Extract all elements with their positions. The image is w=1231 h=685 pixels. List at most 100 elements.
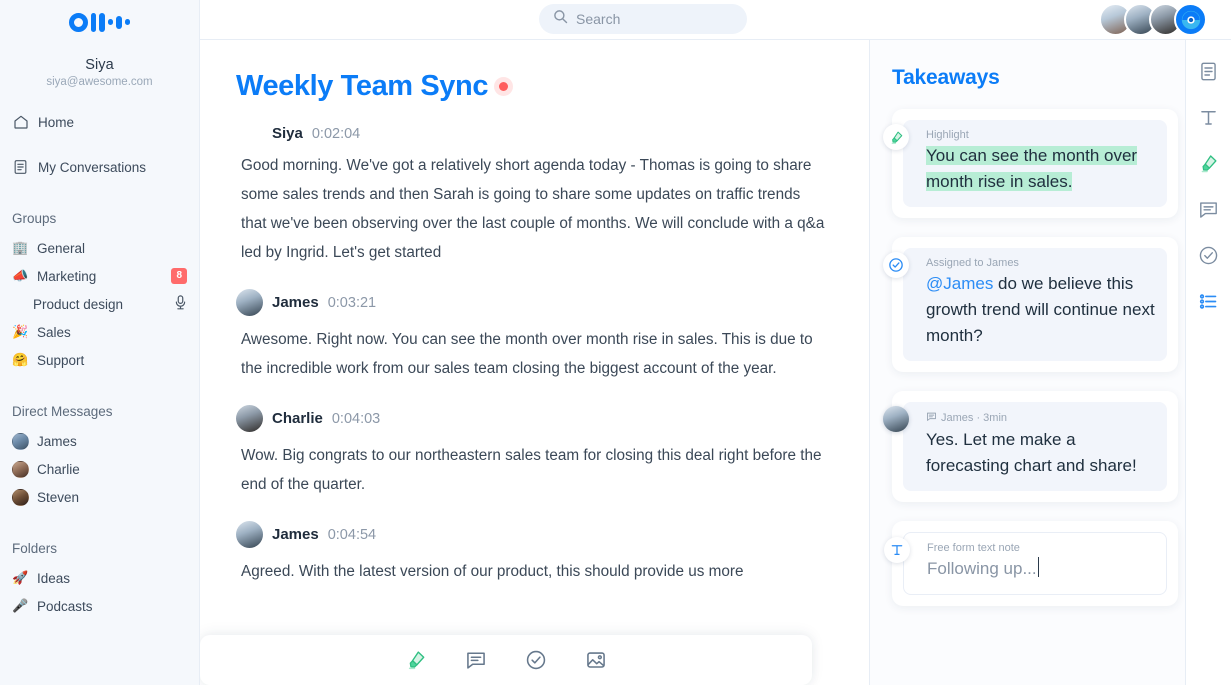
sidebar-item-home[interactable]: Home (0, 108, 199, 136)
sidebar-item-my-conversations[interactable]: My Conversations (0, 153, 199, 181)
highlighted-line-1: You can see the month over (926, 146, 1138, 165)
text-cursor (1037, 557, 1040, 577)
takeaways-panel-icon[interactable] (1196, 288, 1222, 314)
app-root: Siya siya@awesome.com Home My Conversati… (0, 0, 1231, 685)
transcript-panel-icon[interactable] (1196, 58, 1222, 84)
sidebar-item-dm-james[interactable]: James (0, 427, 199, 455)
sidebar-item-support[interactable]: 🤗 Support (0, 346, 199, 374)
takeaway-body: James · 3min Yes. Let me make a forecast… (883, 402, 1167, 491)
sidebar-item-podcasts[interactable]: 🎤 Podcasts (0, 592, 199, 620)
message-text[interactable]: Wow. Big congrats to our northeastern sa… (236, 441, 826, 499)
comment-line-1: Yes. Let me make a (926, 430, 1076, 449)
comment-tool-button[interactable] (463, 647, 489, 673)
unread-badge: 8 (171, 268, 187, 284)
conversations-icon (12, 159, 29, 176)
content-area: Weekly Team Sync Siya 0:02:04 Good morni… (200, 40, 1231, 685)
sidebar-item-label: Marketing (37, 268, 97, 284)
comment-line-2: forecasting chart and share! (926, 456, 1137, 475)
sidebar-item-label: Steven (37, 489, 80, 505)
sidebar-item-dm-charlie[interactable]: Charlie (0, 455, 199, 483)
party-popper-icon: 🎉 (12, 324, 29, 340)
sidebar-item-label: Product design (33, 296, 124, 312)
note-value: Following up... (927, 559, 1037, 578)
transcript-panel: Weekly Team Sync Siya 0:02:04 Good morni… (200, 40, 869, 685)
highlight-tool-button[interactable] (403, 647, 429, 673)
comment-icon (926, 411, 937, 425)
comment-panel-icon[interactable] (1196, 196, 1222, 222)
megaphone-icon: 📣 (12, 268, 29, 284)
sidebar-item-label: Home (38, 114, 75, 130)
user-name: Siya (85, 57, 114, 73)
note-input[interactable]: Following up... (915, 556, 1155, 582)
page-title[interactable]: Weekly Team Sync (236, 70, 829, 103)
mention-james[interactable]: @James (926, 274, 993, 293)
speaker-name[interactable]: Siya (272, 125, 303, 142)
takeaway-meta-label: Assigned to James (926, 257, 1019, 269)
highlighter-icon (408, 651, 425, 670)
avatar (236, 289, 263, 316)
image-tool-button[interactable] (583, 647, 609, 673)
takeaway-card-action-item[interactable]: Assigned to James @James do we believe t… (883, 237, 1178, 372)
section-title-folders: Folders (12, 541, 58, 556)
action-item-panel-icon[interactable] (1196, 242, 1222, 268)
text-note-panel-icon[interactable] (1196, 104, 1222, 130)
sidebar-item-marketing[interactable]: 📣 Marketing 8 (0, 262, 199, 290)
logo-wrap[interactable] (0, 0, 199, 40)
main-column: Search Weekly Team Sync Siya 0:02:04 Goo… (200, 0, 1231, 685)
rocket-icon: 🚀 (12, 570, 29, 586)
takeaway-card-text-note[interactable]: Free form text note Following up... (884, 521, 1178, 606)
takeaway-meta-label: Free form text note (927, 542, 1020, 554)
highlighted-line-2: month rise in sales. (926, 172, 1073, 191)
top-bar: Search (200, 0, 1231, 40)
user-email: siya@awesome.com (46, 76, 153, 88)
message-text[interactable]: Good morning. We've got a relatively sho… (236, 151, 826, 267)
timestamp[interactable]: 0:03:21 (328, 295, 376, 311)
speaker-name[interactable]: James (272, 294, 319, 311)
takeaway-meta: Highlight (914, 129, 1156, 141)
takeaway-meta-label: James · 3min (941, 412, 1008, 424)
sidebar-item-dm-steven[interactable]: Steven (0, 483, 199, 511)
sidebar-item-label: Sales (37, 324, 71, 340)
microphone-icon[interactable] (174, 295, 187, 313)
primary-nav: Home My Conversations (0, 108, 199, 181)
sidebar-item-label: Charlie (37, 461, 80, 477)
takeaway-body: Free form text note Following up... (884, 532, 1167, 595)
record-button[interactable] (1174, 3, 1207, 36)
right-rail (1185, 40, 1231, 685)
timestamp[interactable]: 0:04:54 (328, 527, 376, 543)
highlight-panel-icon[interactable] (1196, 150, 1222, 176)
takeaway-card-highlight[interactable]: Highlight You can see the month over mon… (883, 109, 1178, 218)
transcript-message: Siya 0:02:04 Good morning. We've got a r… (236, 125, 829, 267)
sidebar-item-sales[interactable]: 🎉 Sales (0, 318, 199, 346)
takeaway-text: @James do we believe this growth trend w… (914, 271, 1156, 349)
user-block[interactable]: Siya siya@awesome.com (0, 40, 199, 88)
microphone-emoji-icon: 🎤 (12, 598, 29, 614)
takeaway-text: Yes. Let me make a forecasting chart and… (914, 427, 1156, 479)
action-item-tool-button[interactable] (523, 647, 549, 673)
compose-bar (200, 625, 869, 685)
sidebar-item-ideas[interactable]: 🚀 Ideas (0, 564, 199, 592)
speaker-name[interactable]: Charlie (272, 410, 323, 427)
takeaway-meta-label: Highlight (926, 129, 969, 141)
takeaway-card-comment[interactable]: James · 3min Yes. Let me make a forecast… (883, 391, 1178, 502)
image-icon (587, 652, 605, 668)
office-building-icon: 🏢 (12, 240, 29, 256)
timestamp[interactable]: 0:04:03 (332, 411, 380, 427)
takeaway-text: You can see the month over month rise in… (914, 143, 1156, 195)
takeaways-title: Takeaways (892, 66, 1000, 89)
avatar (12, 488, 29, 506)
recording-indicator-icon (499, 82, 509, 91)
sidebar-item-product-design[interactable]: Product design (0, 290, 199, 318)
timestamp[interactable]: 0:02:04 (312, 126, 360, 142)
sidebar-item-general[interactable]: 🏢 General (0, 234, 199, 262)
takeaway-meta: Assigned to James (914, 257, 1156, 269)
participant-avatars (1099, 3, 1207, 36)
speaker-name[interactable]: James (272, 526, 319, 543)
message-text[interactable]: Agreed. With the latest version of our p… (236, 557, 826, 586)
search-input[interactable]: Search (539, 4, 747, 34)
text-note-icon (884, 537, 910, 563)
page-title-text: Weekly Team Sync (236, 70, 489, 102)
avatar (236, 405, 263, 432)
sidebar: Siya siya@awesome.com Home My Conversati… (0, 0, 200, 685)
message-text[interactable]: Awesome. Right now. You can see the mont… (236, 325, 826, 383)
